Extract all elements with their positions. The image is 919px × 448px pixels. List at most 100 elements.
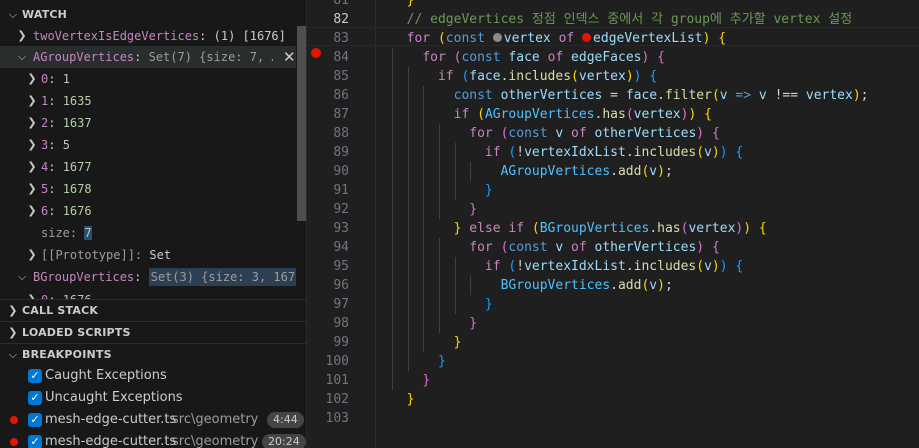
watch-section-header[interactable]: ⌵ WATCH (0, 4, 306, 26)
chevron-right-icon: ❯ (27, 138, 37, 151)
line-number: 91 (333, 183, 349, 198)
watch-child[interactable]: ❯ 1: 1635 (0, 90, 296, 112)
chevron-right-icon: ❯ (27, 160, 37, 173)
code-line[interactable]: } (391, 333, 462, 352)
chevron-right-icon: ❯ (27, 182, 37, 195)
chevron-right-icon: ❯ (27, 94, 37, 107)
code-line[interactable]: if (!vertexIdxList.includes(v)) { (391, 257, 743, 276)
chevron-right-icon: ❯ (17, 29, 27, 42)
code-line[interactable]: } (391, 181, 493, 200)
watch-child[interactable]: ❯ 0: 1 (0, 68, 296, 90)
code-line[interactable]: for (const v of otherVertices) { (391, 124, 719, 143)
inline-breakpoint-icon[interactable] (582, 33, 592, 42)
line-badge: 20:24 (262, 434, 306, 448)
line-number: 99 (333, 335, 349, 350)
breakpoint-dot-icon (10, 438, 18, 446)
watch-child[interactable]: ❯ 3: 5 (0, 134, 296, 156)
line-number: 87 (333, 107, 349, 122)
watch-expression[interactable]: ❯ twoVertexIsEdgeVertices: (1) [1676] (0, 25, 296, 47)
chevron-right-icon: ❯ (27, 248, 37, 261)
breakpoints-section-header[interactable]: ⌵ BREAKPOINTS (0, 343, 306, 365)
line-number: 82 (333, 12, 349, 27)
indent-guide (407, 67, 409, 371)
code-line[interactable]: const otherVertices = face.filter(v => v… (391, 86, 869, 105)
chevron-right-icon: ❯ (27, 116, 37, 129)
watch-child[interactable]: ❯ 6: 1676 (0, 200, 296, 222)
checkbox-checked[interactable]: ✓ (28, 413, 42, 427)
code-editor[interactable]: 81 } 82 // edgeVertices 정점 인덱스 중에서 각 grou… (307, 0, 919, 448)
code-line[interactable]: } (391, 390, 415, 409)
watch-child[interactable]: size: 7 (0, 222, 296, 244)
breakpoint-dot-icon (10, 416, 18, 424)
line-number: 101 (325, 373, 349, 388)
line-number: 100 (325, 354, 349, 369)
code-line[interactable]: } (391, 371, 430, 390)
code-line[interactable]: // edgeVertices 정점 인덱스 중에서 각 group에 추가할 … (391, 10, 853, 29)
breakpoint-item[interactable]: ✓ mesh-edge-cutter.ts src\geometry 20:24 (0, 431, 306, 448)
line-number: 81 (333, 0, 349, 8)
chevron-right-icon: ❯ (27, 72, 37, 85)
line-number: 86 (333, 88, 349, 103)
indent-guide (454, 257, 456, 314)
call-stack-section-header[interactable]: ❯ CALL STACK (0, 299, 306, 321)
watch-child[interactable]: ❯ [[Prototype]]: Set (0, 244, 296, 266)
inline-breakpoint-icon[interactable] (492, 33, 502, 42)
watch-child[interactable]: ❯ 2: 1637 (0, 112, 296, 134)
code-line[interactable]: } (391, 314, 477, 333)
indent-guide (470, 276, 472, 295)
code-line[interactable]: for (const v of otherVertices) { (391, 238, 719, 257)
line-number: 102 (325, 392, 349, 407)
code-line[interactable]: AGroupVertices.add(v); (391, 162, 673, 181)
watch-scrollbar[interactable] (297, 26, 306, 221)
code-line[interactable]: if (AGroupVertices.has(vertex)) { (391, 105, 712, 124)
breakpoint-item[interactable]: ✓ mesh-edge-cutter.ts src\geometry 4:44 (0, 409, 306, 431)
watch-expression[interactable]: ⌵ AGroupVertices: Set(7) {size: 7, … ✕ (0, 46, 296, 68)
chevron-right-icon: ❯ (8, 326, 18, 339)
line-number: 89 (333, 145, 349, 160)
close-icon[interactable]: ✕ (283, 46, 296, 68)
line-number: 84 (333, 50, 349, 65)
checkbox-checked[interactable]: ✓ (28, 435, 42, 448)
indent-guide (470, 162, 472, 181)
watch-child[interactable]: ❯ 4: 1677 (0, 156, 296, 178)
chevron-right-icon: ❯ (26, 289, 38, 299)
chevron-right-icon: ❯ (8, 304, 18, 317)
indent-guide (392, 48, 393, 390)
breakpoint-item[interactable]: ✓ Uncaught Exceptions (0, 387, 306, 409)
code-line[interactable]: if (face.includes(vertex)) { (391, 67, 657, 86)
code-line[interactable]: for (const face of edgeFaces) { (391, 48, 665, 67)
line-number: 88 (333, 126, 349, 141)
code-line[interactable]: BGroupVertices.add(v); (391, 276, 673, 295)
chevron-down-icon: ⌵ (8, 348, 18, 361)
code-line[interactable]: } (391, 352, 446, 371)
chevron-down-icon: ⌵ (17, 270, 27, 283)
code-line[interactable]: } (391, 295, 493, 314)
watch-child[interactable]: ❯ 0: 1676 (0, 289, 296, 299)
chevron-down-icon: ⌵ (17, 50, 27, 63)
line-number: 103 (325, 411, 349, 426)
debug-sidebar: ⌵ WATCH ❯ twoVertexIsEdgeVertices: (1) [… (0, 0, 307, 448)
indent-guide (454, 143, 456, 200)
line-number: 94 (333, 240, 349, 255)
line-number: 95 (333, 259, 349, 274)
line-number: 93 (333, 221, 349, 236)
code-line[interactable]: if (!vertexIdxList.includes(v)) { (391, 143, 743, 162)
checkbox-checked[interactable]: ✓ (28, 369, 42, 383)
indent-guide (423, 86, 425, 352)
breakpoint-item[interactable]: ✓ Caught Exceptions (0, 365, 306, 387)
line-number: 85 (333, 69, 349, 84)
code-line[interactable]: } else if (BGroupVertices.has(vertex)) { (391, 219, 767, 238)
watch-expression[interactable]: ⌵ BGroupVertices: Set(3) {size: 3, 1676… (0, 266, 296, 288)
code-line[interactable]: } (391, 0, 415, 10)
chevron-right-icon: ❯ (27, 204, 37, 217)
line-number: 96 (333, 278, 349, 293)
watch-child[interactable]: ❯ 5: 1678 (0, 178, 296, 200)
line-number: 90 (333, 164, 349, 179)
code-line[interactable]: } (391, 200, 477, 219)
line-number: 98 (333, 316, 349, 331)
indent-guide (438, 124, 440, 219)
code-line[interactable]: for (const vertex of edgeVertexList) { (391, 29, 726, 48)
checkbox-checked[interactable]: ✓ (28, 391, 42, 405)
loaded-scripts-section-header[interactable]: ❯ LOADED SCRIPTS (0, 321, 306, 343)
chevron-down-icon: ⌵ (8, 8, 18, 21)
